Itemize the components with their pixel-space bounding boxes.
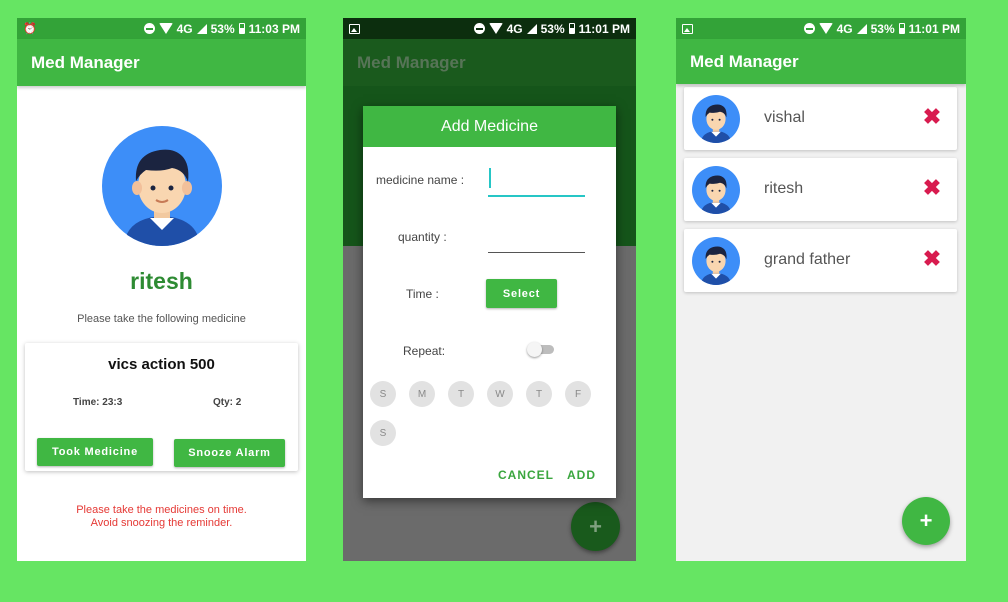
reminder-screen: ⏰ 4G 53% 11:03 PM Med Manager ritesh Ple… <box>17 18 306 561</box>
battery-percent: 53% <box>870 21 895 36</box>
signal-icon <box>196 23 207 34</box>
user-avatar <box>692 166 740 214</box>
day-wednesday[interactable]: W <box>487 381 513 407</box>
image-icon <box>682 23 693 34</box>
image-icon <box>349 23 360 34</box>
user-name: grand father <box>764 251 851 268</box>
medicine-name: vics action 500 <box>108 356 215 373</box>
reminder-subtitle: Please take the following medicine <box>77 313 246 325</box>
dnd-icon <box>143 23 155 34</box>
battery-percent: 53% <box>210 21 235 36</box>
clock: 11:01 PM <box>908 21 960 36</box>
repeat-toggle[interactable] <box>527 342 554 357</box>
day-thursday[interactable]: T <box>526 381 552 407</box>
status-bar: ⏰ 4G 53% 11:03 PM <box>17 18 306 39</box>
signal-icon <box>856 23 867 34</box>
wifi-icon <box>818 23 833 34</box>
day-monday[interactable]: M <box>409 381 435 407</box>
user-avatar <box>692 237 740 285</box>
wifi-icon <box>158 23 173 34</box>
battery-icon <box>568 23 575 34</box>
medicine-time: Time: 23:3 <box>73 397 123 408</box>
medicine-card: vics action 500 Time: 23:3 Qty: 2 Took M… <box>25 343 298 471</box>
day-saturday[interactable]: S <box>370 420 396 446</box>
dnd-icon <box>803 23 815 34</box>
add-medicine-screen: 4G 53% 11:01 PM Med Manager + Add Medici… <box>343 18 636 561</box>
app-title: Med Manager <box>357 52 466 72</box>
medicine-name-input[interactable] <box>488 195 585 197</box>
delete-icon[interactable]: ✖ <box>920 246 944 271</box>
delete-icon[interactable]: ✖ <box>920 175 944 200</box>
app-title: Med Manager <box>31 52 140 72</box>
network-type: 4G <box>176 21 193 36</box>
battery-icon <box>238 23 245 34</box>
battery-percent: 53% <box>540 21 565 36</box>
took-medicine-button[interactable]: Took Medicine <box>37 438 153 466</box>
user-name: ritesh <box>764 180 804 197</box>
add-fab-dimmed: + <box>571 502 620 551</box>
quantity-input[interactable] <box>488 252 585 253</box>
wifi-icon <box>488 23 503 34</box>
quantity-label: quantity : <box>398 230 447 244</box>
snooze-alarm-button[interactable]: Snooze Alarm <box>174 439 285 467</box>
app-title: Med Manager <box>690 51 799 71</box>
battery-icon <box>898 23 905 34</box>
user-avatar <box>102 126 222 246</box>
network-type: 4G <box>506 21 523 36</box>
user-list-item[interactable]: vishal ✖ <box>684 87 957 150</box>
day-friday[interactable]: F <box>565 381 591 407</box>
add-medicine-dialog: Add Medicine medicine name : quantity : … <box>363 106 616 498</box>
day-tuesday[interactable]: T <box>448 381 474 407</box>
dnd-icon <box>473 23 485 34</box>
medicine-name-label: medicine name : <box>376 173 465 187</box>
warning-line-2: Avoid snoozing the reminder. <box>90 517 233 529</box>
clock: 11:01 PM <box>578 21 630 36</box>
toggle-thumb <box>527 342 542 357</box>
user-name: vishal <box>764 109 805 126</box>
users-screen: 4G 53% 11:01 PM Med Manager vishal ✖ rit… <box>676 18 966 561</box>
user-name-heading: ritesh <box>130 268 193 294</box>
user-list-item[interactable]: grand father ✖ <box>684 229 957 292</box>
text-cursor <box>489 168 491 188</box>
day-sunday[interactable]: S <box>370 381 396 407</box>
warning-line-1: Please take the medicines on time. <box>76 504 247 516</box>
repeat-label: Repeat: <box>403 344 446 358</box>
add-user-fab[interactable]: + <box>902 497 950 545</box>
signal-icon <box>526 23 537 34</box>
medicine-qty: Qty: 2 <box>213 397 242 408</box>
warning-message: Please take the medicines on time. Avoid… <box>17 504 306 530</box>
app-bar: Med Manager <box>17 39 306 86</box>
add-button[interactable]: ADD <box>567 468 596 482</box>
time-label: Time : <box>406 287 439 301</box>
app-bar: Med Manager <box>343 39 636 86</box>
alarm-icon: ⏰ <box>23 23 37 35</box>
app-bar: Med Manager <box>676 39 966 84</box>
cancel-button[interactable]: CANCEL <box>498 468 554 482</box>
status-bar: 4G 53% 11:01 PM <box>343 18 636 39</box>
user-list-item[interactable]: ritesh ✖ <box>684 158 957 221</box>
select-time-button[interactable]: Select <box>486 279 557 308</box>
clock: 11:03 PM <box>248 21 300 36</box>
dialog-title: Add Medicine <box>363 106 616 147</box>
network-type: 4G <box>836 21 853 36</box>
user-avatar <box>692 95 740 143</box>
delete-icon[interactable]: ✖ <box>920 104 944 129</box>
status-bar: 4G 53% 11:01 PM <box>676 18 966 39</box>
